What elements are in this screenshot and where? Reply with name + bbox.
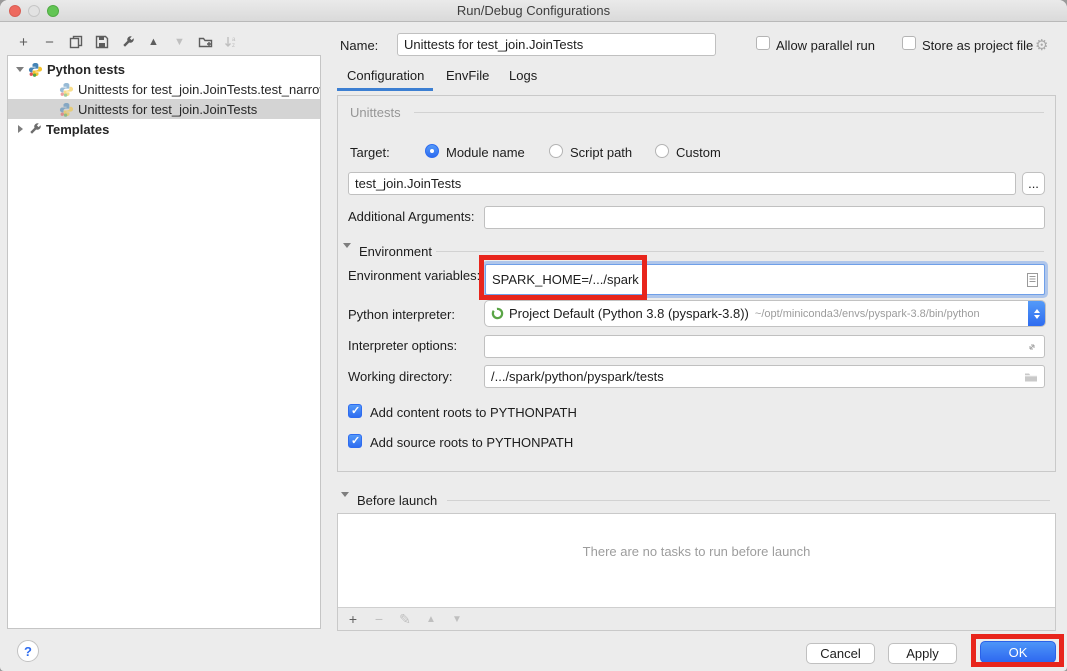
save-configuration-icon[interactable] (90, 32, 113, 52)
minimize-window-button (28, 5, 40, 17)
tree-item-templates[interactable]: Templates (8, 119, 320, 139)
name-label: Name: (340, 38, 378, 53)
tab-logs[interactable]: Logs (509, 68, 537, 83)
radio-module-name-label[interactable]: Module name (446, 145, 525, 160)
move-down-icon: ▼ (168, 32, 191, 52)
unittests-group-label: Unittests (350, 105, 401, 120)
python-interpreter-path: ~/opt/miniconda3/envs/pyspark-3.8/bin/py… (755, 308, 980, 320)
tree-item-label: Unittests for test_join.JoinTests.test_n… (78, 82, 320, 97)
create-folder-icon[interactable] (194, 32, 217, 52)
module-name-input[interactable] (348, 172, 1016, 195)
python-tests-icon (59, 82, 74, 97)
apply-button[interactable]: Apply (888, 643, 957, 664)
python-interpreter-select[interactable]: Project Default (Python 3.8 (pyspark-3.8… (484, 300, 1046, 327)
move-task-up-icon: ▲ (424, 611, 438, 627)
tree-item-label: Python tests (47, 62, 125, 77)
python-tests-icon (59, 102, 74, 117)
tab-configuration[interactable]: Configuration (347, 68, 424, 83)
remove-configuration-icon[interactable]: − (38, 32, 61, 52)
section-separator (447, 500, 1050, 501)
tree-item-unittests-test-narrow[interactable]: Unittests for test_join.JoinTests.test_n… (8, 79, 320, 99)
allow-parallel-run-label: Allow parallel run (776, 38, 875, 53)
store-as-project-file-label: Store as project file (922, 38, 1033, 53)
svg-text:z: z (232, 43, 235, 49)
highlight-ok-button (971, 634, 1064, 667)
store-as-project-file-checkbox[interactable] (902, 36, 916, 50)
radio-script-path[interactable] (549, 144, 563, 158)
additional-arguments-label: Additional Arguments: (348, 209, 474, 224)
gear-icon[interactable]: ⚙ (1035, 36, 1048, 54)
environment-variables-label: Environment variables: (348, 268, 480, 283)
python-interpreter-label: Python interpreter: (348, 307, 455, 322)
configurations-toolbar: + − ▲ ▼ az (12, 31, 243, 53)
tree-item-unittests-jointests-selected[interactable]: Unittests for test_join.JoinTests (8, 99, 320, 119)
sort-configurations-icon: az (220, 32, 243, 52)
help-button[interactable]: ? (17, 640, 39, 662)
cancel-button[interactable]: Cancel (806, 643, 875, 664)
interpreter-options-input[interactable] (484, 335, 1045, 358)
dropdown-arrows-icon[interactable] (1028, 301, 1045, 326)
move-up-icon[interactable]: ▲ (142, 32, 165, 52)
before-launch-toolbar: + − ✎ ▲ ▼ (338, 607, 1055, 630)
add-task-icon[interactable]: + (346, 611, 360, 627)
run-debug-configurations-dialog: Run/Debug Configurations + − ▲ ▼ az Pyt (0, 0, 1067, 671)
move-task-down-icon: ▼ (450, 611, 464, 627)
target-label: Target: (350, 145, 390, 160)
before-launch-section-label[interactable]: Before launch (357, 493, 437, 508)
python-interpreter-value: Project Default (Python 3.8 (pyspark-3.8… (509, 306, 749, 321)
python-tests-icon (28, 62, 43, 77)
tab-envfile[interactable]: EnvFile (446, 68, 489, 83)
tree-item-label: Templates (46, 122, 109, 137)
edit-templates-wrench-icon[interactable] (116, 32, 139, 52)
group-separator (414, 112, 1044, 113)
conda-env-icon (491, 307, 504, 320)
window-title: Run/Debug Configurations (0, 0, 1067, 22)
working-directory-value: /.../spark/python/pyspark/tests (491, 369, 664, 384)
edit-task-pencil-icon: ✎ (398, 611, 412, 627)
copy-configuration-icon[interactable] (64, 32, 87, 52)
zoom-window-button[interactable] (47, 5, 59, 17)
remove-task-icon: − (372, 611, 386, 627)
additional-arguments-input[interactable] (484, 206, 1045, 229)
add-source-roots-checkbox[interactable] (348, 434, 362, 448)
tree-item-python-tests[interactable]: Python tests (8, 59, 320, 79)
highlight-environment-variables (479, 255, 647, 300)
working-directory-input[interactable]: /.../spark/python/pyspark/tests (484, 365, 1045, 388)
radio-script-path-label[interactable]: Script path (570, 145, 632, 160)
radio-custom[interactable] (655, 144, 669, 158)
before-launch-empty-text: There are no tasks to run before launch (338, 544, 1055, 559)
radio-custom-label[interactable]: Custom (676, 145, 721, 160)
add-configuration-icon[interactable]: + (12, 32, 35, 52)
chevron-down-icon[interactable] (343, 248, 351, 266)
section-separator (436, 251, 1044, 252)
chevron-right-icon[interactable] (14, 125, 26, 133)
templates-wrench-icon (28, 122, 42, 136)
environment-section-label[interactable]: Environment (359, 244, 432, 259)
chevron-down-icon[interactable] (14, 67, 26, 72)
add-source-roots-label[interactable]: Add source roots to PYTHONPATH (370, 435, 573, 450)
variables-list-icon[interactable] (1027, 273, 1038, 287)
active-tab-indicator (337, 88, 433, 91)
add-content-roots-label[interactable]: Add content roots to PYTHONPATH (370, 405, 577, 420)
name-input[interactable] (397, 33, 716, 56)
tree-item-label: Unittests for test_join.JoinTests (78, 102, 257, 117)
close-window-button[interactable] (9, 5, 21, 17)
configurations-tree: Python tests Unittests for test_join.Joi… (7, 55, 321, 629)
title-bar: Run/Debug Configurations (0, 0, 1067, 22)
folder-icon[interactable] (1024, 371, 1038, 383)
add-content-roots-checkbox[interactable] (348, 404, 362, 418)
browse-module-button[interactable]: ... (1022, 172, 1045, 195)
working-directory-label: Working directory: (348, 369, 453, 384)
interpreter-options-label: Interpreter options: (348, 338, 457, 353)
allow-parallel-run-checkbox[interactable] (756, 36, 770, 50)
radio-module-name[interactable] (425, 144, 439, 158)
before-launch-task-list: There are no tasks to run before launch … (337, 513, 1056, 631)
expand-field-icon[interactable] (1026, 341, 1038, 353)
